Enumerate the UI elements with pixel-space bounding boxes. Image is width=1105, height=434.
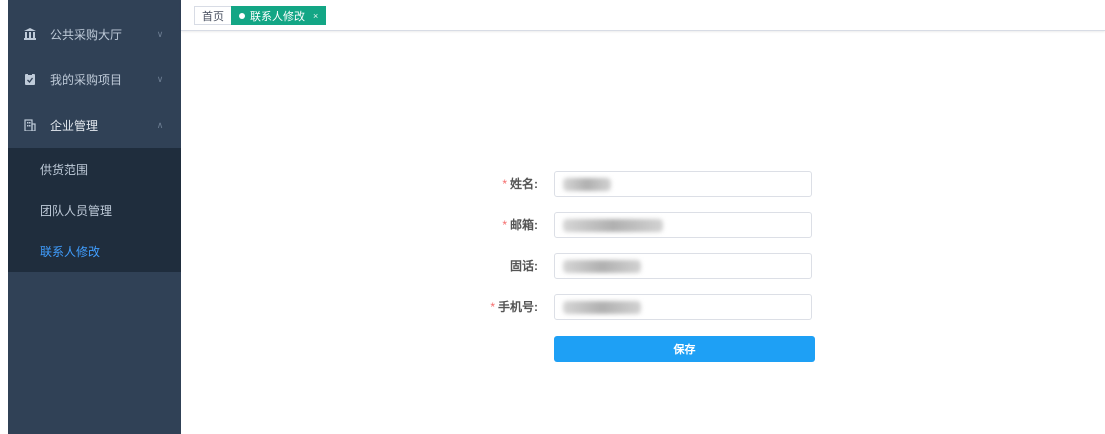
menu-enterprise-management[interactable]: 企业管理 ∧ (8, 103, 181, 147)
submenu-item-contact-edit[interactable]: 联系人修改 (8, 231, 181, 272)
active-dot-icon (239, 12, 245, 19)
email-label: * 邮箱: (502, 218, 538, 232)
redacted-value (563, 219, 663, 232)
name-field[interactable] (554, 171, 812, 197)
mobile-label: * 手机号: (490, 300, 538, 314)
chevron-up-icon: ∧ (156, 119, 164, 130)
chevron-down-icon: ∨ (156, 28, 164, 39)
menu-label: 我的采购项目 (50, 72, 123, 87)
tag-home[interactable]: 首页 (194, 6, 232, 25)
building-icon (24, 119, 36, 131)
redacted-value (563, 301, 641, 314)
menu-my-procurement-projects[interactable]: 我的采购项目 ∨ (8, 57, 181, 101)
chevron-down-icon: ∨ (156, 73, 164, 84)
sidebar: 公共采购大厅 ∨ 我的采购项目 ∨ 企业管理 ∧ 供货范围 团队人员管理 联系人… (8, 0, 181, 434)
required-mark: * (502, 218, 507, 232)
submenu-item-supply-scope[interactable]: 供货范围 (8, 149, 181, 190)
mobile-field[interactable] (554, 294, 812, 320)
menu-public-procurement-hall[interactable]: 公共采购大厅 ∨ (8, 12, 181, 56)
required-mark: * (490, 300, 495, 314)
close-icon[interactable]: × (313, 11, 318, 21)
clipboard-icon (24, 73, 36, 85)
name-label: * 姓名: (502, 177, 538, 191)
submenu-enterprise-management: 供货范围 团队人员管理 联系人修改 (8, 148, 181, 272)
tag-label: 首页 (202, 10, 224, 23)
save-button[interactable]: 保存 (554, 336, 815, 362)
submenu-item-team-management[interactable]: 团队人员管理 (8, 190, 181, 231)
phone-label: 固话: (510, 259, 538, 273)
menu-label: 公共采购大厅 (50, 27, 123, 42)
redacted-value (563, 260, 641, 273)
phone-field[interactable] (554, 253, 812, 279)
redacted-value (563, 178, 611, 191)
tag-contact-edit[interactable]: 联系人修改 × (231, 6, 327, 25)
bank-icon (24, 28, 36, 40)
tag-label: 联系人修改 (250, 10, 305, 23)
menu-label: 企业管理 (50, 118, 99, 133)
email-field[interactable] (554, 212, 812, 238)
required-mark: * (502, 177, 507, 191)
tags-view-bar: 首页 联系人修改 × (181, 0, 1105, 31)
